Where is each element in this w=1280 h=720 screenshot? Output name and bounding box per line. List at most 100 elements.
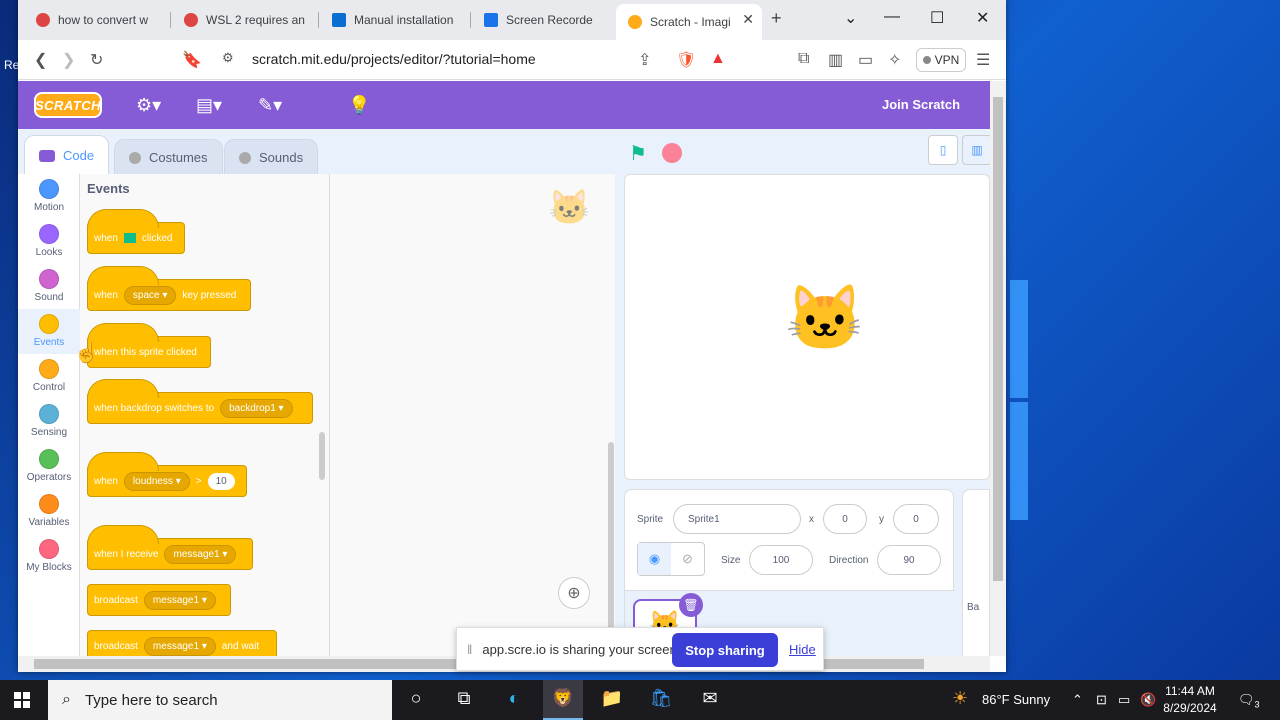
hide-eye-icon[interactable]: ⊘ (671, 543, 704, 575)
broadcast-and-wait-block[interactable]: broadcast message1 ▾ and wait (87, 630, 277, 656)
page-vertical-scrollbar[interactable] (990, 81, 1006, 656)
cat-sprite-icon[interactable]: 🐱 (785, 281, 865, 356)
when-sprite-clicked-block[interactable]: when this sprite clicked (87, 323, 211, 368)
brave-rewards-icon[interactable]: ▲ (710, 50, 726, 68)
task-view-icon[interactable]: ⧉ (451, 688, 477, 712)
mail-icon[interactable]: ✉ (697, 688, 723, 712)
close-window-button[interactable]: ✕ (976, 8, 989, 28)
message-dropdown[interactable]: message1 ▾ (143, 636, 216, 656)
category-events[interactable]: Events (18, 309, 80, 354)
share-icon[interactable]: ⇪ (638, 50, 651, 70)
backdrop-dropdown[interactable]: backdrop1 ▾ (220, 398, 293, 418)
tab-costumes[interactable]: Costumes (114, 139, 223, 175)
minimize-button[interactable]: — (884, 8, 900, 26)
x-input[interactable]: 0 (823, 504, 867, 534)
weather-sun-icon[interactable]: ☀ (952, 688, 968, 709)
browser-tab-1[interactable]: how to convert w (24, 6, 164, 34)
category-sound[interactable]: Sound (18, 264, 80, 309)
palette-scrollbar[interactable] (319, 432, 325, 480)
browser-tab-scratch[interactable]: Scratch - Imagi ✕ (616, 4, 762, 40)
wallet-icon[interactable]: ▭ (858, 50, 873, 70)
category-motion[interactable]: Motion (18, 174, 80, 219)
bookmark-icon[interactable]: 🔖 (182, 50, 202, 70)
green-flag-button[interactable]: ⚑ (629, 141, 647, 166)
small-stage-button[interactable]: ▯ (928, 135, 958, 165)
edge-browser-icon[interactable]: ◐ (501, 688, 527, 712)
zoom-in-button[interactable]: ⊕ (558, 577, 590, 609)
file-explorer-icon[interactable]: 📁 (599, 688, 625, 712)
taskbar-clock[interactable]: 11:44 AM 8/29/2024 (1160, 683, 1220, 717)
maximize-button[interactable]: ☐ (930, 8, 944, 28)
key-dropdown[interactable]: space ▾ (123, 285, 177, 305)
when-flag-clicked-block[interactable]: when clicked (87, 209, 185, 254)
address-bar[interactable]: scratch.mit.edu/projects/editor/?tutoria… (252, 51, 536, 67)
new-tab-button[interactable]: + (771, 8, 782, 29)
taskbar-search[interactable]: ⌕ Type here to search (48, 680, 392, 720)
tab-code[interactable]: Code (24, 135, 110, 175)
tab-close-icon[interactable]: ✕ (742, 11, 754, 28)
settings-gear-icon[interactable]: ⚙▾ (136, 95, 161, 116)
browser-tab-2[interactable]: WSL 2 requires an (172, 6, 314, 34)
browser-tab-4[interactable]: Screen Recorde (472, 6, 602, 34)
hide-share-bar-link[interactable]: Hide (789, 642, 816, 657)
direction-input[interactable]: 90 (877, 545, 941, 575)
notifications-icon[interactable]: 🗨3 (1238, 692, 1260, 710)
menu-icon[interactable]: ☰ (976, 50, 990, 70)
tray-app-icon[interactable]: ⊡ (1096, 692, 1107, 708)
file-menu-icon[interactable]: ▤▾ (196, 95, 222, 116)
message-dropdown[interactable]: message1 ▾ (164, 544, 237, 564)
site-info-icon[interactable]: ⚙ (222, 50, 234, 66)
message-dropdown[interactable]: message1 ▾ (143, 590, 216, 610)
normal-stage-button[interactable]: ▥ (962, 135, 992, 165)
drag-handle-icon[interactable]: ‖ (467, 642, 472, 657)
leo-ai-icon[interactable]: ✧ (888, 50, 901, 70)
sidebar-icon[interactable]: ▥ (828, 50, 843, 70)
category-looks[interactable]: Looks (18, 219, 80, 264)
volume-icon[interactable]: 🔇 (1140, 692, 1156, 708)
category-my-blocks[interactable]: My Blocks (18, 534, 80, 579)
microsoft-store-icon[interactable]: 🛍 (648, 688, 674, 712)
extensions-icon[interactable]: ⧉ (798, 50, 809, 68)
category-control[interactable]: Control (18, 354, 80, 399)
when-i-receive-block[interactable]: when I receive message1 ▾ (87, 525, 253, 570)
tab-sounds[interactable]: Sounds (224, 139, 319, 175)
stage-selector-pane[interactable]: Ba (962, 489, 990, 659)
reload-icon[interactable]: ↻ (90, 50, 103, 70)
category-variables[interactable]: Variables (18, 489, 80, 534)
edit-pencil-icon[interactable]: ✎▾ (258, 95, 282, 116)
tutorials-lightbulb-icon[interactable]: 💡 (348, 95, 370, 116)
broadcast-block[interactable]: broadcast message1 ▾ (87, 584, 231, 616)
vpn-button[interactable]: VPN (916, 48, 966, 72)
start-windows-icon[interactable] (14, 692, 30, 708)
when-backdrop-switches-block[interactable]: when backdrop switches to backdrop1 ▾ (87, 379, 313, 424)
stop-button[interactable] (662, 143, 682, 163)
delete-sprite-trash-icon[interactable]: 🗑 (679, 593, 703, 617)
brave-shield-icon[interactable]: 🛡 (676, 50, 696, 70)
script-scrollbar[interactable] (608, 442, 614, 652)
scratch-logo[interactable]: SCRATCH (34, 92, 102, 118)
stage-canvas[interactable]: 🐱 (624, 174, 990, 480)
threshold-input[interactable]: 10 (207, 472, 235, 490)
browser-tab-3[interactable]: Manual installation (320, 6, 468, 34)
stop-sharing-button[interactable]: Stop sharing (672, 633, 778, 667)
tray-chevron-icon[interactable]: ⌃ (1072, 692, 1083, 708)
size-input[interactable]: 100 (749, 545, 813, 575)
script-area[interactable]: 🐱 ⊕ (330, 174, 615, 656)
back-icon[interactable]: ❮ (34, 50, 47, 70)
when-loudness-block[interactable]: when loudness ▾ > 10 (87, 452, 247, 497)
forward-icon[interactable]: ❯ (62, 50, 75, 70)
cortana-circle-icon[interactable]: ○ (403, 688, 429, 712)
windows-taskbar: ⌕ Type here to search ○ ⧉ ◐ 🦁 📁 🛍 ✉ ☀ 86… (0, 680, 1280, 720)
tab-search-chevron-icon[interactable]: ⌄ (844, 8, 857, 28)
sensor-dropdown[interactable]: loudness ▾ (123, 471, 190, 491)
category-sensing[interactable]: Sensing (18, 399, 80, 444)
category-operators[interactable]: Operators (18, 444, 80, 489)
y-input[interactable]: 0 (893, 504, 939, 534)
join-scratch-link[interactable]: Join Scratch (882, 97, 960, 112)
show-eye-icon[interactable]: ◉ (638, 543, 671, 575)
sprite-name-input[interactable]: Sprite1 (673, 504, 801, 534)
network-icon[interactable]: ▭ (1118, 692, 1130, 708)
weather-text[interactable]: 86°F Sunny (982, 692, 1050, 707)
when-key-pressed-block[interactable]: when space ▾ key pressed (87, 266, 251, 311)
brave-browser-icon[interactable]: 🦁 (543, 680, 583, 720)
